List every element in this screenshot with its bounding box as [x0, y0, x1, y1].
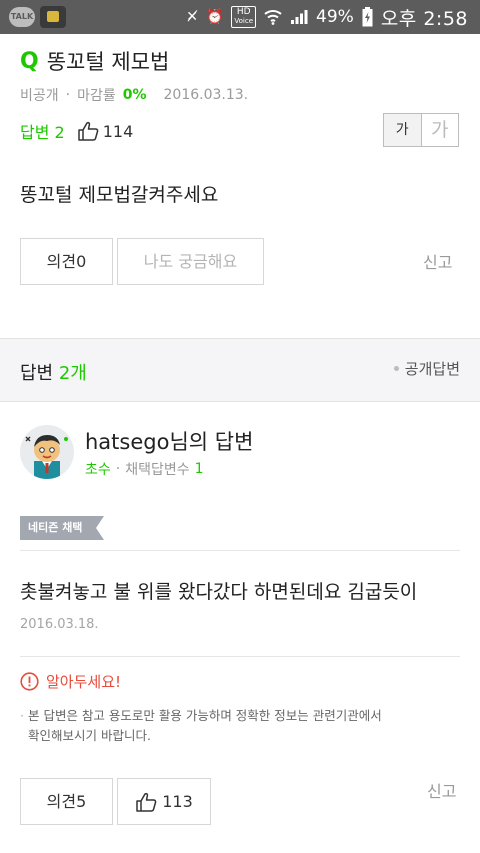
wifi-icon — [264, 10, 282, 25]
question-stats: 답변 2 114 — [20, 119, 133, 143]
question-q-icon: Q — [20, 48, 39, 74]
netizen-adopted-badge: 네티즌 채택 — [20, 516, 104, 540]
app-notification-icon — [40, 6, 66, 28]
question-header: Q 똥꼬털 제모법 — [20, 46, 169, 76]
font-large-button[interactable]: 가 — [422, 114, 459, 146]
curious-too-button[interactable]: 나도 궁금해요 — [117, 238, 264, 285]
question-body: 똥꼬털 제모법갈켜주세요 — [20, 184, 219, 206]
notice-text: · 본 답변은 참고 용도로만 활용 가능하며 정확한 정보는 관련기관에서 확… — [20, 706, 382, 746]
answerer-title-suffix: 님의 답변 — [169, 430, 254, 454]
kakaotalk-notification-icon: TALK — [9, 7, 35, 27]
question-report-link[interactable]: 신고 — [423, 249, 452, 273]
divider — [20, 550, 460, 551]
question-title: 똥꼬털 제모법 — [46, 50, 170, 74]
notice-bullet: · — [20, 708, 24, 723]
closing-rate-label: 마감률 — [77, 88, 116, 104]
visibility-label: 비공개 — [20, 88, 59, 104]
question-like-button[interactable]: 114 — [77, 121, 134, 141]
badge-label: 네티즌 채택 — [28, 521, 83, 534]
answers-section-header: 답변 2개 공개답변 — [0, 338, 480, 402]
status-bar: TALK ✕̸ ⏰ HD Voice 49% 오후 2:58 — [0, 0, 480, 34]
signal-icon — [291, 10, 308, 24]
thumbs-up-icon — [136, 792, 157, 812]
answer-report-link[interactable]: 신고 — [427, 778, 456, 802]
answerer-level: 초수 — [85, 462, 111, 478]
answer-like-count: 113 — [162, 792, 193, 811]
answer-opinion-label: 의견 — [46, 792, 77, 811]
answer-date: 2016.03.18. — [20, 617, 99, 632]
public-answers-filter[interactable]: 공개답변 — [393, 358, 460, 379]
alarm-icon: ⏰ — [205, 9, 224, 25]
bullet-icon — [393, 366, 399, 371]
notice-header: 알아두세요! — [20, 671, 121, 692]
notice-line-1: 본 답변은 참고 용도로만 활용 가능하며 정확한 정보는 관련기관에서 — [27, 708, 382, 723]
answer-body: 촛불켜놓고 불 위를 왔다갔다 하면된데요 김굽듯이 — [20, 581, 418, 603]
meta-separator: · — [65, 87, 71, 103]
thumbs-up-icon — [77, 121, 99, 141]
adoptions-count: 1 — [194, 461, 204, 477]
public-answers-label: 공개답변 — [404, 360, 460, 378]
notice-line-2: 확인해보시기 바랍니다. — [28, 728, 151, 743]
answers-section-title: 답변 2개 — [20, 363, 87, 384]
battery-percent: 49% — [316, 7, 354, 27]
opinion-count: 0 — [76, 252, 87, 271]
answerer-title: hatsego님의 답변 — [85, 426, 253, 456]
warning-icon — [20, 672, 39, 691]
vibrate-mute-icon: ✕̸ — [186, 9, 198, 25]
font-small-button[interactable]: 가 — [384, 114, 422, 146]
answerer-avatar[interactable] — [20, 425, 74, 479]
closing-rate-value: 0% — [122, 87, 147, 103]
battery-charging-icon — [362, 7, 373, 27]
answers-count-link[interactable]: 답변 2 — [20, 119, 65, 143]
opinion-label: 의견 — [46, 252, 77, 271]
answer-opinion-count: 5 — [76, 792, 87, 811]
question-like-count: 114 — [102, 121, 134, 141]
answerer-meta: 초수 · 채택답변수 1 — [85, 459, 204, 479]
question-date: 2016.03.13. — [163, 87, 249, 103]
adoptions-label: 채택답변수 — [125, 462, 190, 478]
answerer-meta-separator: · — [115, 461, 121, 477]
answer-like-button[interactable]: 113 — [117, 778, 211, 825]
answer-opinion-button[interactable]: 의견5 — [20, 778, 113, 825]
clock: 오후 2:58 — [380, 7, 468, 30]
notice-title: 알아두세요! — [46, 673, 122, 691]
avatar-character-icon — [25, 435, 68, 479]
question-opinion-button[interactable]: 의견0 — [20, 238, 113, 285]
question-meta: 비공개 · 마감률 0% 2016.03.13. — [20, 85, 248, 105]
hd-voice-icon: HD Voice — [231, 6, 257, 28]
font-size-toggle: 가 가 — [383, 113, 459, 147]
answerer-username[interactable]: hatsego — [85, 430, 169, 454]
divider — [20, 656, 460, 657]
